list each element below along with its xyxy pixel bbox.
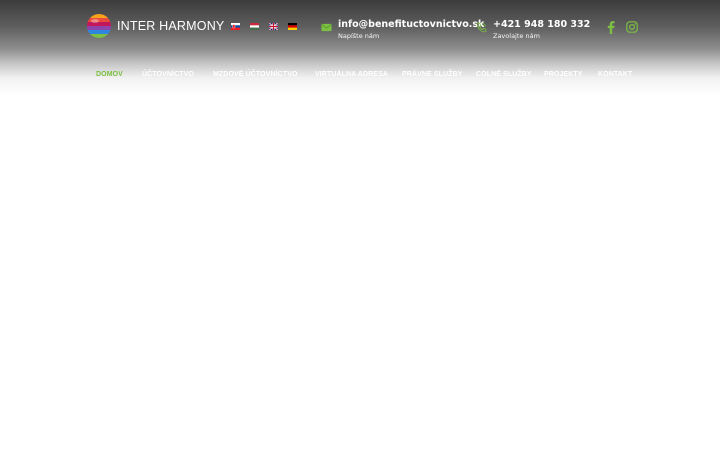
page-content <box>0 95 720 450</box>
main-navigation: DOMOV ÚČTOVNÍCTVO MZDOVÉ ÚČTOVNÍCTVO VIR… <box>0 68 720 82</box>
nav-item-virtualna-adresa[interactable]: VIRTUÁLNA ADRESA <box>315 68 388 82</box>
brand-name: INTER HARMONY <box>117 19 225 33</box>
nav-item-kontakt[interactable]: KONTAKT <box>598 68 632 82</box>
contact-email[interactable]: info@benefituctovnictvo.sk Napíšte nám <box>321 18 484 40</box>
envelope-icon <box>321 23 332 32</box>
nav-item-uctovnictvo[interactable]: ÚČTOVNÍCTVO <box>142 68 194 82</box>
instagram-icon[interactable] <box>626 21 638 33</box>
nav-item-pravne-sluzby[interactable]: PRÁVNE SLUŽBY <box>402 68 462 82</box>
nav-item-mzdove-uctovnictvo[interactable]: MZDOVÉ ÚČTOVNÍCTVO <box>213 68 298 82</box>
striped-sphere-logo-icon <box>87 14 111 38</box>
site-header: INTER HARMONY info@benefituctovnictvo.sk… <box>0 0 720 95</box>
hungarian-flag-icon[interactable] <box>250 23 259 30</box>
nav-item-domov[interactable]: DOMOV <box>96 68 123 82</box>
phone-icon <box>476 22 487 33</box>
contact-phone[interactable]: +421 948 180 332 Zavolajte nám <box>476 18 590 40</box>
phone-caption: Zavolajte nám <box>493 32 540 40</box>
slovak-flag-icon[interactable] <box>231 23 240 30</box>
email-address[interactable]: info@benefituctovnictvo.sk <box>338 18 484 32</box>
facebook-icon[interactable] <box>607 21 615 34</box>
nav-item-colne-sluzby[interactable]: COLNÉ SLUŽBY <box>476 68 532 82</box>
language-switcher <box>231 23 297 30</box>
brand-logo[interactable]: INTER HARMONY <box>86 12 224 40</box>
german-flag-icon[interactable] <box>288 23 297 30</box>
uk-flag-icon[interactable] <box>269 23 278 30</box>
nav-item-projekty[interactable]: PROJEKTY <box>544 68 583 82</box>
phone-number[interactable]: +421 948 180 332 <box>493 18 590 32</box>
email-caption: Napíšte nám <box>338 32 380 40</box>
